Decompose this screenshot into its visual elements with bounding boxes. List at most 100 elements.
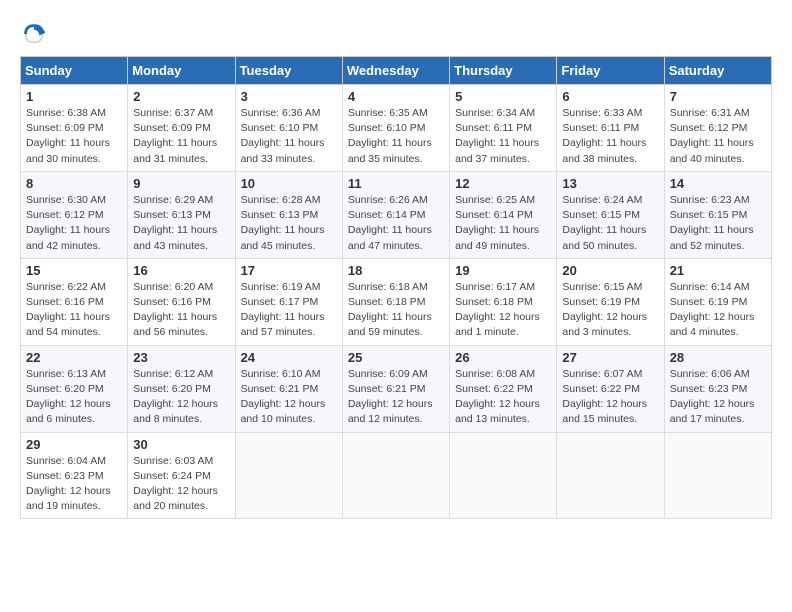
calendar-cell bbox=[342, 432, 449, 519]
day-number: 13 bbox=[562, 176, 658, 191]
calendar-cell: 11 Sunrise: 6:26 AMSunset: 6:14 PMDayligh… bbox=[342, 171, 449, 258]
day-detail: Sunrise: 6:12 AMSunset: 6:20 PMDaylight:… bbox=[133, 368, 218, 426]
day-number: 22 bbox=[26, 350, 122, 365]
calendar-cell: 10 Sunrise: 6:28 AMSunset: 6:13 PMDayligh… bbox=[235, 171, 342, 258]
day-number: 3 bbox=[241, 89, 337, 104]
day-number: 6 bbox=[562, 89, 658, 104]
day-detail: Sunrise: 6:09 AMSunset: 6:21 PMDaylight:… bbox=[348, 368, 433, 426]
calendar-cell: 6 Sunrise: 6:33 AMSunset: 6:11 PMDaylight… bbox=[557, 85, 664, 172]
day-number: 12 bbox=[455, 176, 551, 191]
calendar-cell: 14 Sunrise: 6:23 AMSunset: 6:15 PMDayligh… bbox=[664, 171, 771, 258]
day-detail: Sunrise: 6:38 AMSunset: 6:09 PMDaylight:… bbox=[26, 107, 110, 165]
calendar-cell: 3 Sunrise: 6:36 AMSunset: 6:10 PMDaylight… bbox=[235, 85, 342, 172]
day-detail: Sunrise: 6:13 AMSunset: 6:20 PMDaylight:… bbox=[26, 368, 111, 426]
calendar-cell: 22 Sunrise: 6:13 AMSunset: 6:20 PMDayligh… bbox=[21, 345, 128, 432]
calendar-cell: 8 Sunrise: 6:30 AMSunset: 6:12 PMDaylight… bbox=[21, 171, 128, 258]
calendar-cell: 29 Sunrise: 6:04 AMSunset: 6:23 PMDayligh… bbox=[21, 432, 128, 519]
calendar-cell: 9 Sunrise: 6:29 AMSunset: 6:13 PMDaylight… bbox=[128, 171, 235, 258]
calendar-table: SundayMondayTuesdayWednesdayThursdayFrid… bbox=[20, 56, 772, 519]
calendar-cell: 25Sunrise: 6:09 AMSunset: 6:21 PMDayligh… bbox=[342, 345, 449, 432]
day-number: 10 bbox=[241, 176, 337, 191]
day-number: 17 bbox=[241, 263, 337, 278]
day-detail: Sunrise: 6:26 AMSunset: 6:14 PMDaylight:… bbox=[348, 194, 432, 252]
day-detail: Sunrise: 6:08 AMSunset: 6:22 PMDaylight:… bbox=[455, 368, 540, 426]
day-detail: Sunrise: 6:19 AMSunset: 6:17 PMDaylight:… bbox=[241, 281, 325, 339]
day-detail: Sunrise: 6:33 AMSunset: 6:11 PMDaylight:… bbox=[562, 107, 646, 165]
calendar-cell: 17 Sunrise: 6:19 AMSunset: 6:17 PMDayligh… bbox=[235, 258, 342, 345]
calendar-header-saturday: Saturday bbox=[664, 57, 771, 85]
calendar-cell: 23 Sunrise: 6:12 AMSunset: 6:20 PMDayligh… bbox=[128, 345, 235, 432]
calendar-cell: 2 Sunrise: 6:37 AMSunset: 6:09 PMDaylight… bbox=[128, 85, 235, 172]
calendar-cell: 5 Sunrise: 6:34 AMSunset: 6:11 PMDaylight… bbox=[450, 85, 557, 172]
day-number: 11 bbox=[348, 176, 444, 191]
day-number: 2 bbox=[133, 89, 229, 104]
logo bbox=[20, 20, 50, 48]
day-number: 1 bbox=[26, 89, 122, 104]
calendar-cell: 20 Sunrise: 6:15 AMSunset: 6:19 PMDayligh… bbox=[557, 258, 664, 345]
calendar-cell: 15 Sunrise: 6:22 AMSunset: 6:16 PMDayligh… bbox=[21, 258, 128, 345]
day-number: 20 bbox=[562, 263, 658, 278]
day-detail: Sunrise: 6:20 AMSunset: 6:16 PMDaylight:… bbox=[133, 281, 217, 339]
day-number: 8 bbox=[26, 176, 122, 191]
day-number: 27 bbox=[562, 350, 658, 365]
calendar-header-wednesday: Wednesday bbox=[342, 57, 449, 85]
day-detail: Sunrise: 6:23 AMSunset: 6:15 PMDaylight:… bbox=[670, 194, 754, 252]
day-detail: Sunrise: 6:24 AMSunset: 6:15 PMDaylight:… bbox=[562, 194, 646, 252]
day-number: 9 bbox=[133, 176, 229, 191]
day-number: 5 bbox=[455, 89, 551, 104]
calendar-cell: 19 Sunrise: 6:17 AMSunset: 6:18 PMDayligh… bbox=[450, 258, 557, 345]
day-number: 4 bbox=[348, 89, 444, 104]
day-number: 28 bbox=[670, 350, 766, 365]
calendar-header-friday: Friday bbox=[557, 57, 664, 85]
calendar-header-sunday: Sunday bbox=[21, 57, 128, 85]
day-number: 7 bbox=[670, 89, 766, 104]
day-detail: Sunrise: 6:03 AMSunset: 6:24 PMDaylight:… bbox=[133, 455, 218, 513]
day-detail: Sunrise: 6:35 AMSunset: 6:10 PMDaylight:… bbox=[348, 107, 432, 165]
calendar-cell: 21 Sunrise: 6:14 AMSunset: 6:19 PMDayligh… bbox=[664, 258, 771, 345]
day-number: 29 bbox=[26, 437, 122, 452]
calendar-cell bbox=[557, 432, 664, 519]
calendar-cell bbox=[664, 432, 771, 519]
calendar-cell bbox=[450, 432, 557, 519]
day-detail: Sunrise: 6:36 AMSunset: 6:10 PMDaylight:… bbox=[241, 107, 325, 165]
day-detail: Sunrise: 6:18 AMSunset: 6:18 PMDaylight:… bbox=[348, 281, 432, 339]
calendar-cell: 13 Sunrise: 6:24 AMSunset: 6:15 PMDayligh… bbox=[557, 171, 664, 258]
day-detail: Sunrise: 6:14 AMSunset: 6:19 PMDaylight:… bbox=[670, 281, 755, 339]
calendar-header-thursday: Thursday bbox=[450, 57, 557, 85]
day-detail: Sunrise: 6:17 AMSunset: 6:18 PMDaylight:… bbox=[455, 281, 540, 339]
day-detail: Sunrise: 6:28 AMSunset: 6:13 PMDaylight:… bbox=[241, 194, 325, 252]
day-detail: Sunrise: 6:30 AMSunset: 6:12 PMDaylight:… bbox=[26, 194, 110, 252]
calendar-cell: 28 Sunrise: 6:06 AMSunset: 6:23 PMDayligh… bbox=[664, 345, 771, 432]
calendar-cell: 18 Sunrise: 6:18 AMSunset: 6:18 PMDayligh… bbox=[342, 258, 449, 345]
calendar-cell: 30Sunrise: 6:03 AMSunset: 6:24 PMDayligh… bbox=[128, 432, 235, 519]
day-number: 15 bbox=[26, 263, 122, 278]
calendar-cell: 1 Sunrise: 6:38 AMSunset: 6:09 PMDaylight… bbox=[21, 85, 128, 172]
calendar-cell: 27Sunrise: 6:07 AMSunset: 6:22 PMDayligh… bbox=[557, 345, 664, 432]
day-number: 24 bbox=[241, 350, 337, 365]
day-detail: Sunrise: 6:25 AMSunset: 6:14 PMDaylight:… bbox=[455, 194, 539, 252]
day-detail: Sunrise: 6:04 AMSunset: 6:23 PMDaylight:… bbox=[26, 455, 111, 513]
calendar-cell: 12 Sunrise: 6:25 AMSunset: 6:14 PMDayligh… bbox=[450, 171, 557, 258]
day-detail: Sunrise: 6:34 AMSunset: 6:11 PMDaylight:… bbox=[455, 107, 539, 165]
day-detail: Sunrise: 6:37 AMSunset: 6:09 PMDaylight:… bbox=[133, 107, 217, 165]
day-detail: Sunrise: 6:29 AMSunset: 6:13 PMDaylight:… bbox=[133, 194, 217, 252]
day-detail: Sunrise: 6:31 AMSunset: 6:12 PMDaylight:… bbox=[670, 107, 754, 165]
calendar-cell: 7 Sunrise: 6:31 AMSunset: 6:12 PMDaylight… bbox=[664, 85, 771, 172]
calendar-header-tuesday: Tuesday bbox=[235, 57, 342, 85]
day-number: 19 bbox=[455, 263, 551, 278]
calendar-cell: 26 Sunrise: 6:08 AMSunset: 6:22 PMDayligh… bbox=[450, 345, 557, 432]
day-number: 26 bbox=[455, 350, 551, 365]
day-number: 14 bbox=[670, 176, 766, 191]
day-number: 23 bbox=[133, 350, 229, 365]
calendar-cell bbox=[235, 432, 342, 519]
day-number: 18 bbox=[348, 263, 444, 278]
day-detail: Sunrise: 6:22 AMSunset: 6:16 PMDaylight:… bbox=[26, 281, 110, 339]
day-detail: Sunrise: 6:06 AMSunset: 6:23 PMDaylight:… bbox=[670, 368, 755, 426]
day-detail: Sunrise: 6:15 AMSunset: 6:19 PMDaylight:… bbox=[562, 281, 647, 339]
calendar-cell: 4 Sunrise: 6:35 AMSunset: 6:10 PMDaylight… bbox=[342, 85, 449, 172]
day-number: 16 bbox=[133, 263, 229, 278]
day-detail: Sunrise: 6:10 AMSunset: 6:21 PMDaylight:… bbox=[241, 368, 326, 426]
day-number: 21 bbox=[670, 263, 766, 278]
calendar-header-monday: Monday bbox=[128, 57, 235, 85]
calendar-cell: 16 Sunrise: 6:20 AMSunset: 6:16 PMDayligh… bbox=[128, 258, 235, 345]
